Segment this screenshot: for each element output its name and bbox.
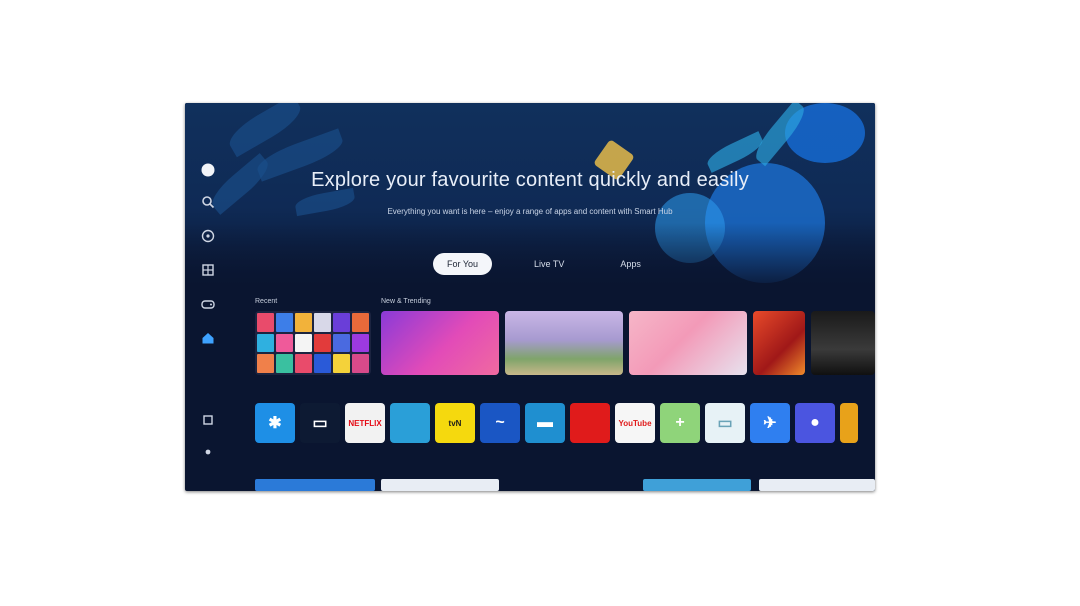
app-tile-partial-app[interactable] bbox=[840, 403, 858, 443]
trending-poster bbox=[753, 311, 805, 375]
trending-poster bbox=[505, 311, 623, 375]
app-tile-purple-app[interactable]: ● bbox=[795, 403, 835, 443]
tab-bar: For You Live TV Apps bbox=[433, 253, 655, 275]
hero-headline: Explore your favourite content quickly a… bbox=[311, 169, 749, 191]
app-tile-youtube[interactable]: YouTube bbox=[615, 403, 655, 443]
tab-live-tv[interactable]: Live TV bbox=[520, 253, 578, 275]
app-tile-tving[interactable]: tvN bbox=[435, 403, 475, 443]
app-tile-netflix[interactable]: NETFLIX bbox=[345, 403, 385, 443]
bottom-row-item[interactable] bbox=[759, 479, 875, 491]
recent-card[interactable] bbox=[255, 311, 371, 375]
trending-poster bbox=[811, 311, 875, 375]
trending-poster bbox=[381, 311, 499, 375]
section-recent-label: Recent bbox=[255, 298, 278, 305]
disney-plus-icon: ~ bbox=[495, 414, 505, 431]
menu-icon[interactable] bbox=[199, 411, 217, 429]
trending-card[interactable] bbox=[753, 311, 805, 375]
sidebar bbox=[195, 161, 221, 471]
trending-card[interactable] bbox=[629, 311, 747, 375]
app-tile-smartthings[interactable]: ✱ bbox=[255, 403, 295, 443]
hero-banner: Explore your favourite content quickly a… bbox=[185, 103, 875, 293]
compass-icon[interactable] bbox=[199, 227, 217, 245]
recent-thumbnails bbox=[255, 311, 371, 375]
bottom-row-item[interactable] bbox=[255, 479, 375, 491]
app-tile-samsung-red[interactable] bbox=[570, 403, 610, 443]
green-app-icon: + bbox=[675, 414, 685, 431]
apple-tv-icon: ▬ bbox=[537, 414, 553, 431]
trending-card[interactable] bbox=[505, 311, 623, 375]
grid-icon[interactable] bbox=[199, 261, 217, 279]
blue-app-icon: ✈ bbox=[763, 415, 777, 432]
home-icon[interactable] bbox=[199, 329, 217, 347]
app-tile-apple-tv[interactable]: ▬ bbox=[525, 403, 565, 443]
app-tile-samsung-tv-plus[interactable]: ▭ bbox=[300, 403, 340, 443]
tab-apps[interactable]: Apps bbox=[606, 253, 655, 275]
tab-for-you[interactable]: For You bbox=[433, 253, 493, 275]
samsung-tv-plus-icon: ▭ bbox=[312, 415, 328, 432]
purple-app-icon: ● bbox=[810, 414, 820, 431]
section-trending-label: New & Trending bbox=[381, 298, 431, 305]
bottom-row-item[interactable] bbox=[381, 479, 499, 491]
search-icon[interactable] bbox=[199, 193, 217, 211]
app-label: tvN bbox=[448, 418, 462, 428]
tab-live-tv-label: Live TV bbox=[534, 259, 565, 269]
app-label: NETFLIX bbox=[348, 418, 382, 428]
trending-card[interactable] bbox=[381, 311, 499, 375]
smartthings-icon: ✱ bbox=[268, 415, 282, 432]
app-label: YouTube bbox=[618, 418, 652, 428]
app-tile-disney-plus[interactable]: ~ bbox=[480, 403, 520, 443]
hero-subline: Everything you want is here – enjoy a ra… bbox=[387, 207, 673, 216]
bottom-row-item[interactable] bbox=[643, 479, 751, 491]
trending-poster bbox=[629, 311, 747, 375]
app-tile-green-app[interactable]: + bbox=[660, 403, 700, 443]
app-tile-prime-video[interactable] bbox=[390, 403, 430, 443]
tv-screen: Explore your favourite content quickly a… bbox=[185, 103, 875, 491]
app-row: ✱ ▭ NETFLIX tvN ~ ▬ YouTube + ▭ ✈ ● bbox=[255, 403, 858, 443]
gamepad-icon[interactable] bbox=[199, 295, 217, 313]
app-tile-light-app[interactable]: ▭ bbox=[705, 403, 745, 443]
light-app-icon: ▭ bbox=[717, 415, 733, 432]
profile-icon[interactable] bbox=[199, 161, 217, 179]
dot-icon[interactable] bbox=[199, 443, 217, 461]
trending-card[interactable] bbox=[811, 311, 875, 375]
app-tile-blue-app[interactable]: ✈ bbox=[750, 403, 790, 443]
